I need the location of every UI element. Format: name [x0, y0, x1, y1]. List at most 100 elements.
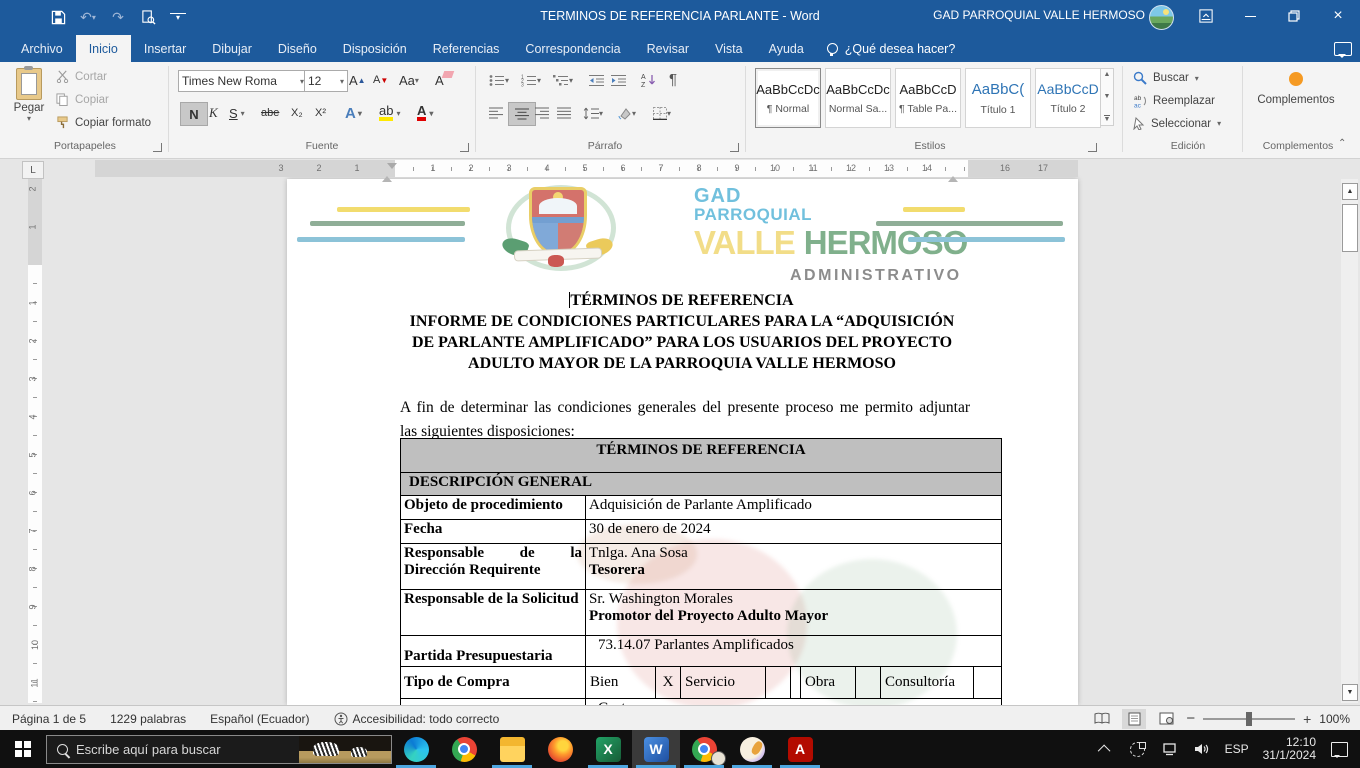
volume-icon[interactable] [1193, 740, 1211, 758]
network-icon[interactable] [1161, 740, 1179, 758]
table-row[interactable]: Objeto de procedimiento Adquisición de P… [401, 496, 1001, 520]
avatar[interactable] [1149, 5, 1174, 30]
tab-insertar[interactable]: Insertar [131, 35, 199, 62]
style-normal[interactable]: AaBbCcDc ¶ Normal [755, 68, 821, 128]
zoom-slider[interactable] [1203, 718, 1295, 720]
save-icon[interactable] [50, 9, 66, 25]
action-center-icon[interactable] [1330, 740, 1348, 758]
table-row[interactable]: Responsable de la Dirección Requirente T… [401, 544, 1001, 590]
align-right-button[interactable] [532, 102, 552, 124]
zoom-slider-thumb[interactable] [1246, 712, 1252, 726]
tab-ayuda[interactable]: Ayuda [756, 35, 817, 62]
font-name-combobox[interactable]: Times New Roma▾ [178, 70, 308, 92]
tab-correspondencia[interactable]: Correspondencia [512, 35, 633, 62]
table-row[interactable]: Partida Presupuestaria 73.14.07 Parlante… [401, 636, 1001, 667]
find-button[interactable]: Buscar▾ [1133, 71, 1199, 85]
close-button[interactable]: × [1316, 0, 1360, 32]
sort-button[interactable]: AZ [638, 69, 660, 91]
account-name[interactable]: GAD PARROQUIAL VALLE HERMOSO [933, 8, 1145, 22]
input-language[interactable]: ESP [1225, 742, 1249, 756]
taskbar-item-chrome[interactable] [440, 730, 488, 768]
vertical-ruler[interactable]: 211234567891011 [28, 179, 42, 703]
decrease-indent-button[interactable] [586, 69, 607, 91]
document-page[interactable]: GAD PARROQUIAL VALLE HERMOSO ADMINISTRAT… [287, 179, 1078, 705]
clear-formatting-button[interactable]: A [432, 69, 447, 91]
taskbar-item-acrobat[interactable]: A [776, 730, 824, 768]
font-dialog-launcher-icon[interactable] [460, 143, 469, 152]
addins-button[interactable]: Complementos [1252, 70, 1340, 106]
select-button[interactable]: Seleccionar▾ [1133, 117, 1221, 130]
tab-inicio[interactable]: Inicio [76, 35, 131, 62]
subscript-button[interactable]: X₂ [288, 102, 306, 124]
consultoria-checkbox[interactable] [974, 667, 1001, 698]
start-button[interactable] [0, 730, 46, 768]
tab-vista[interactable]: Vista [702, 35, 756, 62]
clock[interactable]: 12:10 31/1/2024 [1263, 736, 1316, 763]
taskbar-item-edge[interactable] [392, 730, 440, 768]
accessibility-status[interactable]: Accesibilidad: todo correcto [322, 712, 512, 726]
table-row[interactable]: Fecha 30 de enero de 2024 [401, 520, 1001, 544]
styles-scroll-down-icon[interactable]: ▼ [1104, 93, 1111, 100]
table-row-tipo-compra[interactable]: Tipo de Compra Bien X Servicio Obra Cons… [401, 667, 1001, 699]
taskbar-item-chrome-profile[interactable] [680, 730, 728, 768]
vertical-scrollbar[interactable]: ▲ ▼ [1341, 179, 1358, 703]
table-row[interactable]: Responsable de la Solicitud Sr. Washingt… [401, 590, 1001, 636]
style-table-pa[interactable]: AaBbCcD ¶ Table Pa... [895, 68, 961, 128]
customize-qat-icon[interactable]: ▾ [170, 13, 186, 22]
bold-button[interactable]: N [180, 102, 208, 126]
minimize-button[interactable] [1228, 0, 1272, 32]
taskbar-item-paint[interactable] [728, 730, 776, 768]
tab-archivo[interactable]: Archivo [8, 35, 76, 62]
replace-button[interactable]: abac Reemplazar [1133, 94, 1215, 108]
comments-icon[interactable] [1334, 42, 1352, 56]
terms-table[interactable]: TÉRMINOS DE REFERENCIA DESCRIPCIÓN GENER… [400, 438, 1002, 705]
line-spacing-button[interactable]: ▾ [580, 102, 606, 124]
taskbar-search[interactable]: Escribe aquí para buscar [46, 735, 392, 764]
text-effects-button[interactable]: A▾ [342, 102, 365, 124]
tab-dibujar[interactable]: Dibujar [199, 35, 265, 62]
highlight-button[interactable]: ab▾ [376, 102, 403, 124]
format-painter-button[interactable]: Copiar formato [56, 116, 151, 129]
hidden-icons-chevron-icon[interactable] [1097, 740, 1115, 758]
borders-button[interactable]: ▾ [650, 102, 674, 124]
shrink-font-button[interactable]: A▼ [370, 69, 391, 91]
print-layout-icon[interactable] [1122, 709, 1146, 729]
font-color-button[interactable]: A▾ [414, 102, 436, 124]
servicio-checkbox[interactable] [766, 667, 791, 698]
zoom-level[interactable]: 100% [1319, 712, 1350, 726]
styles-expand-icon[interactable]: ▼ [1104, 115, 1111, 123]
obra-checkbox[interactable] [856, 667, 881, 698]
bien-checkbox[interactable]: X [656, 667, 681, 698]
taskbar-item-word-active[interactable]: W [632, 730, 680, 768]
tab-disposicion[interactable]: Disposición [330, 35, 420, 62]
grow-font-button[interactable]: A▲ [346, 69, 369, 91]
cut-button[interactable]: Cortar [56, 70, 107, 83]
search-highlight-zebra-image[interactable] [299, 736, 391, 763]
numbering-button[interactable]: 123▾ [518, 69, 544, 91]
page-indicator[interactable]: Página 1 de 5 [0, 712, 98, 726]
zoom-in-icon[interactable]: + [1303, 711, 1311, 727]
taskbar-item-excel[interactable]: X [584, 730, 632, 768]
style-titulo-1[interactable]: AaBbC( Título 1 [965, 68, 1031, 128]
scroll-down-icon[interactable]: ▼ [1342, 684, 1358, 701]
scrollbar-thumb[interactable] [1342, 204, 1358, 252]
ribbon-display-options-icon[interactable] [1184, 0, 1228, 32]
collapse-ribbon-icon[interactable]: ⌃ [1338, 138, 1346, 149]
show-marks-button[interactable]: ¶ [666, 68, 680, 90]
change-case-button[interactable]: Aa▾ [396, 69, 422, 91]
web-layout-icon[interactable] [1154, 709, 1178, 729]
tab-diseno[interactable]: Diseño [265, 35, 330, 62]
clipboard-dialog-launcher-icon[interactable] [153, 143, 162, 152]
redo-icon[interactable]: ↷ [110, 9, 126, 25]
print-preview-icon[interactable] [140, 9, 156, 25]
word-count[interactable]: 1229 palabras [98, 712, 198, 726]
onedrive-icon[interactable] [1129, 740, 1147, 758]
align-left-button[interactable] [486, 102, 506, 124]
bullets-button[interactable]: ▾ [486, 69, 512, 91]
style-titulo-2[interactable]: AaBbCcD Título 2 [1035, 68, 1101, 128]
table-caption-row[interactable]: TÉRMINOS DE REFERENCIA [401, 439, 1001, 473]
style-normal-sa[interactable]: AaBbCcDc Normal Sa... [825, 68, 891, 128]
horizontal-ruler[interactable]: 32112345678910111213141617 [95, 160, 1078, 177]
underline-button[interactable]: S▾ [226, 102, 248, 124]
table-section-row[interactable]: DESCRIPCIÓN GENERAL [401, 473, 1001, 496]
